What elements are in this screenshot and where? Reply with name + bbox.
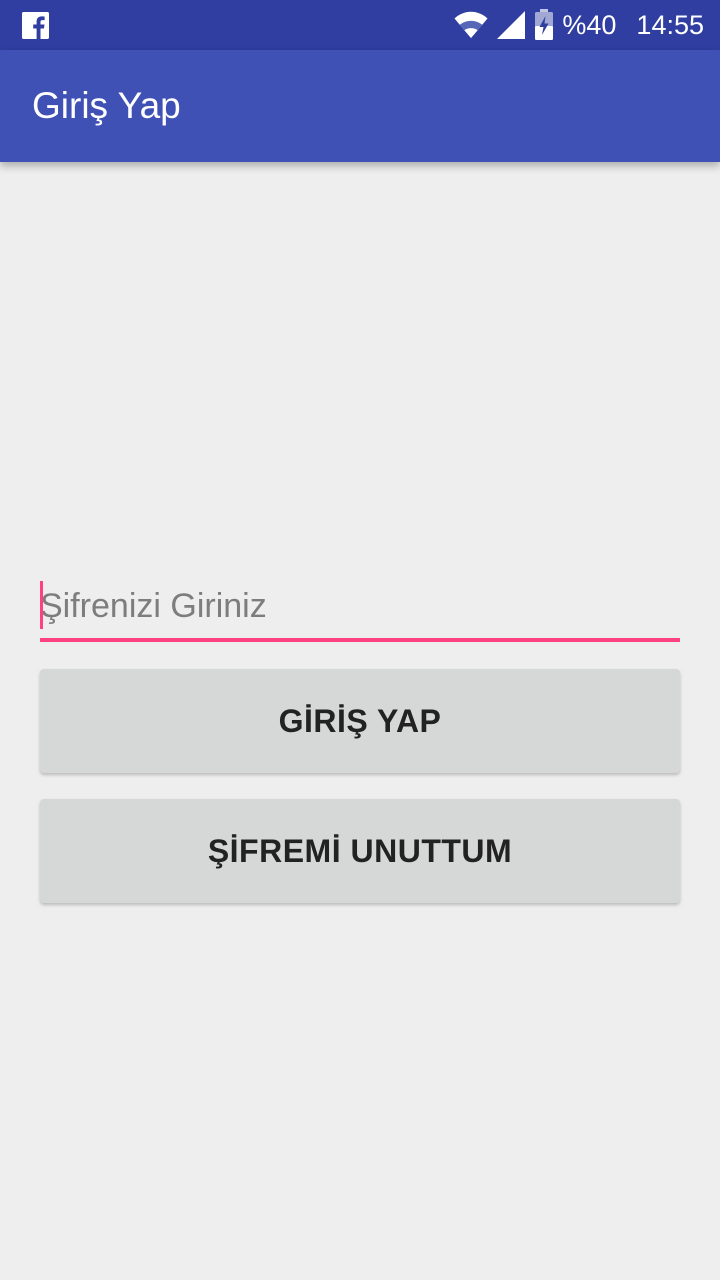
cell-signal-icon <box>496 10 526 40</box>
status-notifications <box>22 10 49 40</box>
status-clock: 14:55 <box>636 10 704 40</box>
battery-charging-icon <box>534 9 554 41</box>
status-system-icons: %40 14:55 <box>454 0 704 50</box>
battery-percentage: %40 <box>562 10 617 40</box>
input-underline <box>40 638 680 642</box>
text-cursor <box>40 581 43 629</box>
forgot-password-button[interactable]: ŞİFREMİ UNUTTUM <box>40 799 680 903</box>
wifi-icon <box>454 11 488 39</box>
status-bar: %40 14:55 <box>0 0 720 50</box>
facebook-icon <box>22 11 49 39</box>
login-button[interactable]: GİRİŞ YAP <box>40 669 680 773</box>
page-title: Giriş Yap <box>32 85 181 126</box>
password-field-container <box>40 574 680 642</box>
app-bar: Giriş Yap <box>0 50 720 162</box>
password-input[interactable] <box>40 574 680 638</box>
